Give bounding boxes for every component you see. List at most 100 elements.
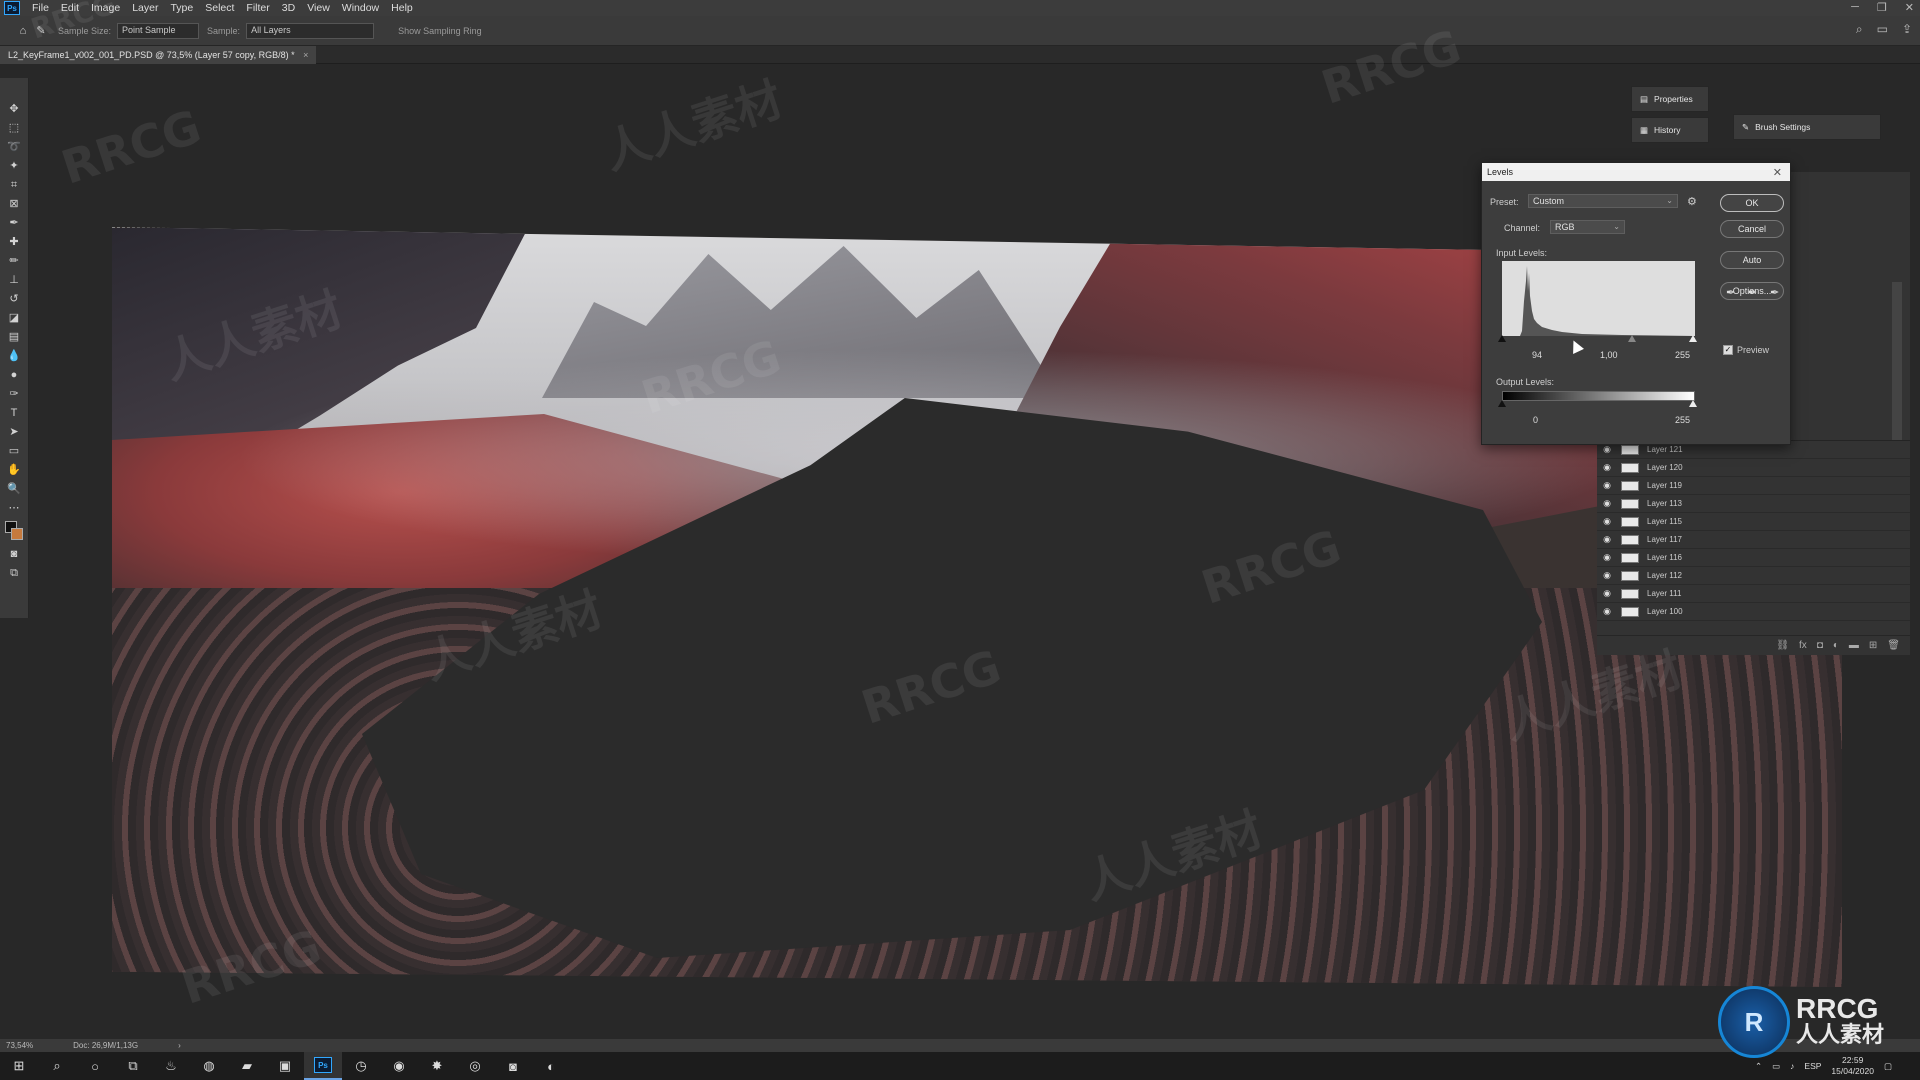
- properties-panel-button[interactable]: ▤ Properties: [1631, 86, 1709, 112]
- clone-stamp-icon[interactable]: ⊥: [5, 273, 23, 287]
- restore-icon[interactable]: ❐: [1877, 1, 1887, 14]
- quick-mask-icon[interactable]: ◙: [5, 547, 23, 561]
- brush-settings-panel-button[interactable]: ✎ Brush Settings: [1733, 114, 1881, 140]
- visibility-eye-icon[interactable]: ◉: [1597, 498, 1617, 509]
- color-swatches[interactable]: [4, 520, 24, 542]
- history-panel-button[interactable]: ▦ History: [1631, 117, 1709, 143]
- steam-icon[interactable]: ♨: [152, 1052, 190, 1080]
- home-icon[interactable]: ⌂: [14, 24, 32, 38]
- eyedropper-icon[interactable]: ✒: [5, 216, 23, 230]
- preset-options-gear-icon[interactable]: ⚙: [1687, 195, 1697, 208]
- shape-tool-icon[interactable]: ▭: [5, 444, 23, 458]
- input-language[interactable]: ESP: [1804, 1061, 1821, 1071]
- more-tools-icon[interactable]: ⋯: [5, 501, 23, 515]
- magic-wand-tool-icon[interactable]: ✦: [5, 159, 23, 173]
- eraser-tool-icon[interactable]: ◪: [5, 311, 23, 325]
- blur-tool-icon[interactable]: 💧: [5, 349, 23, 363]
- input-gamma-value[interactable]: 1,00: [1600, 350, 1618, 360]
- chrome-icon[interactable]: ◍: [190, 1052, 228, 1080]
- move-tool-icon[interactable]: ✥: [5, 102, 23, 116]
- search-icon[interactable]: ⌕: [1856, 22, 1863, 37]
- document-tab[interactable]: L2_KeyFrame1_v002_001_PD.PSD @ 73,5% (La…: [0, 46, 317, 64]
- visibility-eye-icon[interactable]: ◉: [1597, 534, 1617, 545]
- cancel-button[interactable]: Cancel: [1720, 220, 1784, 238]
- frame-tool-icon[interactable]: ⊠: [5, 197, 23, 211]
- close-dialog-icon[interactable]: ✕: [1773, 166, 1782, 179]
- gallery-app-icon[interactable]: ▣: [266, 1052, 304, 1080]
- menu-layer[interactable]: Layer: [126, 2, 164, 14]
- preview-checkbox[interactable]: ✓: [1723, 345, 1733, 355]
- visibility-eye-icon[interactable]: ◉: [1597, 480, 1617, 491]
- layer-row[interactable]: ◉ Layer 111: [1597, 585, 1910, 603]
- input-black-value[interactable]: 94: [1532, 350, 1542, 360]
- clock-app-icon[interactable]: ◷: [342, 1052, 380, 1080]
- sample-select[interactable]: All Layers: [246, 22, 375, 39]
- ok-button[interactable]: OK: [1720, 194, 1784, 212]
- sample-size-select[interactable]: Point Sample: [117, 22, 200, 39]
- browser-app-icon[interactable]: ◎: [456, 1052, 494, 1080]
- input-black-slider[interactable]: [1498, 335, 1506, 342]
- menu-3d[interactable]: 3D: [276, 2, 301, 14]
- brush-tool-icon[interactable]: ✏: [5, 254, 23, 268]
- menu-edit[interactable]: Edit: [55, 2, 85, 14]
- adjustment-layer-icon[interactable]: ◐: [1833, 640, 1839, 651]
- visibility-eye-icon[interactable]: ◉: [1597, 444, 1617, 455]
- eyedropper-tool-icon[interactable]: ✎: [32, 24, 50, 38]
- output-white-value[interactable]: 255: [1675, 415, 1690, 425]
- task-view-icon[interactable]: ⧉: [114, 1052, 152, 1080]
- visibility-eye-icon[interactable]: ◉: [1597, 606, 1617, 617]
- type-tool-icon[interactable]: T: [5, 406, 23, 420]
- close-window-icon[interactable]: ✕: [1905, 1, 1914, 14]
- taskbar-search-icon[interactable]: ⌕: [38, 1052, 76, 1080]
- input-gamma-slider[interactable]: [1628, 335, 1636, 342]
- menu-window[interactable]: Window: [336, 2, 385, 14]
- zoom-level[interactable]: 73,54%: [6, 1041, 33, 1050]
- input-white-slider[interactable]: [1689, 335, 1697, 342]
- levels-dialog-titlebar[interactable]: Levels ✕: [1482, 163, 1790, 181]
- new-layer-icon[interactable]: ⊞: [1869, 640, 1877, 651]
- crop-tool-icon[interactable]: ⌗: [5, 178, 23, 192]
- share-icon[interactable]: ⇪: [1902, 22, 1912, 37]
- network-icon[interactable]: ▭: [1772, 1061, 1780, 1072]
- background-color-swatch[interactable]: [11, 528, 23, 540]
- marquee-tool-icon[interactable]: ⬚: [5, 121, 23, 135]
- output-white-slider[interactable]: [1689, 400, 1697, 407]
- menu-filter[interactable]: Filter: [240, 2, 275, 14]
- layer-row[interactable]: ◉ Layer 116: [1597, 549, 1910, 567]
- photoshop-taskbar-icon[interactable]: Ps: [304, 1052, 342, 1080]
- gradient-tool-icon[interactable]: ▤: [5, 330, 23, 344]
- volume-icon[interactable]: ♪: [1790, 1061, 1794, 1071]
- white-point-eyedropper-icon[interactable]: ✒: [1770, 286, 1779, 299]
- auto-button[interactable]: Auto: [1720, 251, 1784, 269]
- layer-style-icon[interactable]: fx: [1799, 640, 1807, 651]
- healing-brush-icon[interactable]: ✚: [5, 235, 23, 249]
- settings-app-icon[interactable]: ✸: [418, 1052, 456, 1080]
- visibility-eye-icon[interactable]: ◉: [1597, 462, 1617, 473]
- layer-row[interactable]: ◉ Layer 120: [1597, 459, 1910, 477]
- input-white-value[interactable]: 255: [1675, 350, 1690, 360]
- dodge-tool-icon[interactable]: ●: [5, 368, 23, 382]
- discord-icon[interactable]: ◙: [494, 1052, 532, 1080]
- visibility-eye-icon[interactable]: ◉: [1597, 570, 1617, 581]
- panel-scrollbar[interactable]: [1892, 282, 1902, 442]
- screen-mode-icon[interactable]: ⧉: [5, 566, 23, 580]
- zoom-tool-icon[interactable]: 🔍: [5, 482, 23, 496]
- link-layers-icon[interactable]: ⛓: [1776, 640, 1789, 651]
- minimize-icon[interactable]: ─: [1851, 1, 1859, 14]
- lasso-tool-icon[interactable]: ➰: [5, 140, 23, 154]
- delete-layer-icon[interactable]: 🗑: [1887, 640, 1900, 651]
- show-sampling-ring-checkbox[interactable]: Show Sampling Ring: [398, 26, 482, 36]
- layer-row[interactable]: ◉ Layer 115: [1597, 513, 1910, 531]
- status-chevron-icon[interactable]: ›: [178, 1041, 181, 1050]
- menu-image[interactable]: Image: [85, 2, 126, 14]
- menu-type[interactable]: Type: [164, 2, 199, 14]
- file-explorer-icon[interactable]: ▰: [228, 1052, 266, 1080]
- menu-help[interactable]: Help: [385, 2, 419, 14]
- layer-row[interactable]: ◉ Layer 112: [1597, 567, 1910, 585]
- output-black-slider[interactable]: [1498, 400, 1506, 407]
- obs-icon[interactable]: ◐: [532, 1052, 570, 1080]
- notifications-icon[interactable]: ▢: [1884, 1061, 1892, 1072]
- layer-row[interactable]: ◉ Layer 117: [1597, 531, 1910, 549]
- visibility-eye-icon[interactable]: ◉: [1597, 516, 1617, 527]
- gray-point-eyedropper-icon[interactable]: ✒: [1748, 286, 1757, 299]
